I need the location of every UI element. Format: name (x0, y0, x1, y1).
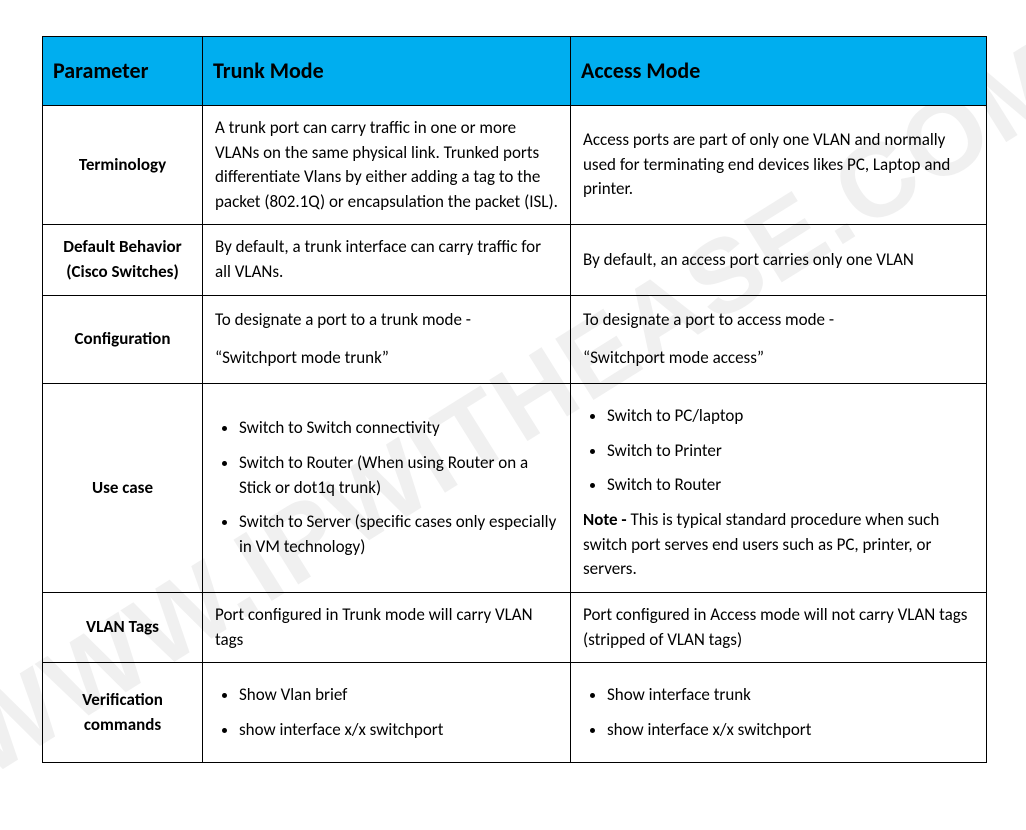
param-label-terminology: Terminology (43, 105, 203, 225)
comparison-table: Parameter Trunk Mode Access Mode Termino… (42, 36, 987, 763)
table-header-row: Parameter Trunk Mode Access Mode (43, 37, 987, 106)
list-item: Switch to Server (specific cases only es… (239, 510, 558, 559)
row-verification: Verification commands Show Vlan brief sh… (43, 663, 987, 763)
use-case-access-list: Switch to PC/laptop Switch to Printer Sw… (583, 404, 974, 498)
use-case-access-note: Note - This is typical standard procedur… (583, 508, 974, 582)
cell-terminology-access: Access ports are part of only one VLAN a… (571, 105, 987, 225)
header-access-mode: Access Mode (571, 37, 987, 106)
row-configuration: Configuration To designate a port to a t… (43, 295, 987, 383)
param-label-verification: Verification commands (43, 663, 203, 763)
cell-terminology-trunk: A trunk port can carry traffic in one or… (203, 105, 571, 225)
cell-default-behavior-access: By default, an access port carries only … (571, 225, 987, 295)
row-use-case: Use case Switch to Switch connectivity S… (43, 384, 987, 593)
cfg-access-line2: “Switchport mode access” (583, 346, 974, 371)
list-item: Switch to Router (When using Router on a… (239, 451, 558, 500)
note-label: Note - (583, 509, 630, 530)
param-label-configuration: Configuration (43, 295, 203, 383)
use-case-trunk-list: Switch to Switch connectivity Switch to … (215, 416, 558, 559)
param-label-vlan-tags: VLAN Tags (43, 592, 203, 662)
cell-use-case-access: Switch to PC/laptop Switch to Printer Sw… (571, 384, 987, 593)
cell-vlan-tags-access: Port configured in Access mode will not … (571, 592, 987, 662)
row-terminology: Terminology A trunk port can carry traff… (43, 105, 987, 225)
param-label-default-behavior: Default Behavior (Cisco Switches) (43, 225, 203, 295)
cfg-trunk-line1: To designate a port to a trunk mode - (215, 308, 558, 333)
cell-use-case-trunk: Switch to Switch connectivity Switch to … (203, 384, 571, 593)
cell-verification-access: Show interface trunk show interface x/x … (571, 663, 987, 763)
cell-configuration-access: To designate a port to access mode - “Sw… (571, 295, 987, 383)
list-item: Switch to Switch connectivity (239, 416, 558, 441)
list-item: Switch to Printer (607, 439, 974, 464)
cell-default-behavior-trunk: By default, a trunk interface can carry … (203, 225, 571, 295)
list-item: Switch to PC/laptop (607, 404, 974, 429)
list-item: show interface x/x switchport (239, 718, 558, 743)
list-item: show interface x/x switchport (607, 718, 974, 743)
list-item: Switch to Router (607, 473, 974, 498)
row-vlan-tags: VLAN Tags Port configured in Trunk mode … (43, 592, 987, 662)
verification-trunk-list: Show Vlan brief show interface x/x switc… (215, 683, 558, 742)
verification-access-list: Show interface trunk show interface x/x … (583, 683, 974, 742)
cell-configuration-trunk: To designate a port to a trunk mode - “S… (203, 295, 571, 383)
list-item: Show interface trunk (607, 683, 974, 708)
cfg-trunk-line2: “Switchport mode trunk” (215, 346, 558, 371)
list-item: Show Vlan brief (239, 683, 558, 708)
param-label-use-case: Use case (43, 384, 203, 593)
cfg-access-line1: To designate a port to access mode - (583, 308, 974, 333)
document-page: WWW.IPWITHEASE.COM Parameter Trunk Mode … (0, 0, 1026, 830)
cell-verification-trunk: Show Vlan brief show interface x/x switc… (203, 663, 571, 763)
note-text: This is typical standard procedure when … (583, 509, 939, 579)
header-parameter: Parameter (43, 37, 203, 106)
header-trunk-mode: Trunk Mode (203, 37, 571, 106)
row-default-behavior: Default Behavior (Cisco Switches) By def… (43, 225, 987, 295)
cell-vlan-tags-trunk: Port configured in Trunk mode will carry… (203, 592, 571, 662)
